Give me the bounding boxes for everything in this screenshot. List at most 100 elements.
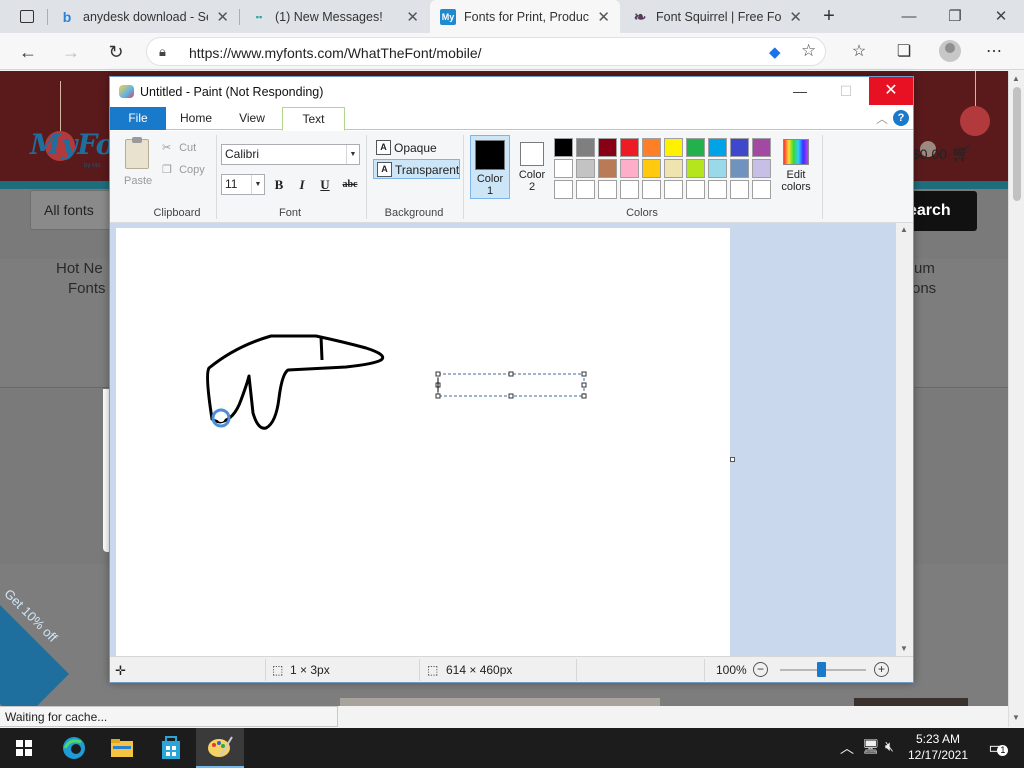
palette-color-swatch[interactable] bbox=[598, 180, 617, 199]
canvas-resize-handle[interactable] bbox=[730, 457, 735, 462]
palette-color-swatch[interactable] bbox=[752, 138, 771, 157]
paste-icon[interactable] bbox=[125, 137, 149, 169]
palette-color-swatch[interactable] bbox=[620, 159, 639, 178]
palette-color-swatch[interactable] bbox=[686, 138, 705, 157]
tab-actions-button[interactable] bbox=[6, 0, 46, 33]
palette-color-swatch[interactable] bbox=[620, 180, 639, 199]
strikethrough-button[interactable]: abc bbox=[339, 176, 361, 194]
back-button[interactable]: ← bbox=[14, 38, 42, 66]
palette-color-swatch[interactable] bbox=[708, 138, 727, 157]
collections-icon[interactable]: ❏ bbox=[891, 39, 917, 65]
palette-color-swatch[interactable] bbox=[598, 159, 617, 178]
notification-center-button[interactable]: ▭ 1 bbox=[976, 728, 1016, 768]
palette-color-swatch[interactable] bbox=[708, 180, 727, 199]
chevron-down-icon[interactable]: ▼ bbox=[346, 145, 359, 164]
close-tab-icon[interactable]: ✕ bbox=[789, 8, 802, 26]
palette-color-swatch[interactable] bbox=[752, 180, 771, 199]
close-tab-icon[interactable]: ✕ bbox=[406, 8, 419, 26]
palette-color-swatch[interactable] bbox=[576, 180, 595, 199]
minimize-ribbon-icon[interactable]: ︿ bbox=[876, 110, 888, 127]
edit-colors-button[interactable]: Edit colors bbox=[777, 135, 815, 193]
tab-home[interactable]: Home bbox=[172, 107, 220, 130]
palette-color-swatch[interactable] bbox=[664, 180, 683, 199]
canvas-vertical-scrollbar[interactable]: ▲ ▼ bbox=[896, 223, 913, 656]
color1-selector[interactable]: Color 1 bbox=[470, 135, 510, 199]
network-icon[interactable]: 🖥︎ bbox=[862, 738, 880, 755]
tab-view[interactable]: View bbox=[228, 107, 276, 130]
close-tab-icon[interactable]: ✕ bbox=[597, 8, 610, 26]
palette-color-swatch[interactable] bbox=[642, 159, 661, 178]
page-scrollbar[interactable]: ▲ ▼ bbox=[1008, 71, 1024, 727]
palette-color-swatch[interactable] bbox=[642, 138, 661, 157]
tab-text[interactable]: Text bbox=[282, 107, 345, 131]
volume-icon[interactable]: 🔇︎ bbox=[885, 738, 894, 755]
taskbar-store[interactable] bbox=[147, 728, 195, 768]
browser-close-button[interactable]: ✕ bbox=[978, 0, 1024, 33]
color2-selector[interactable]: Color 2 bbox=[512, 135, 552, 199]
nav-premium-collections[interactable]: um ons bbox=[912, 259, 936, 299]
palette-color-swatch[interactable] bbox=[686, 180, 705, 199]
page-scroll-thumb[interactable] bbox=[1013, 87, 1021, 201]
more-menu-icon[interactable]: ⋯ bbox=[981, 39, 1007, 65]
paint-close-button[interactable]: ✕ bbox=[869, 77, 913, 105]
taskbar-edge[interactable] bbox=[50, 728, 98, 768]
font-size-select[interactable]: 11 ▼ bbox=[221, 174, 265, 195]
font-family-select[interactable]: Calibri ▼ bbox=[221, 144, 360, 165]
cart-total[interactable]: $0.00 🛒︎ bbox=[912, 144, 971, 164]
tab-fontsquirrel[interactable]: ❧ Font Squirrel | Free Fon ✕ bbox=[622, 0, 812, 33]
close-tab-icon[interactable]: ✕ bbox=[216, 8, 229, 26]
palette-color-swatch[interactable] bbox=[620, 138, 639, 157]
start-button[interactable] bbox=[0, 728, 48, 768]
drawing-canvas[interactable] bbox=[116, 228, 730, 656]
tab-messages[interactable]: ▪▪ (1) New Messages! ✕ bbox=[241, 0, 429, 33]
underline-button[interactable]: U bbox=[316, 176, 334, 194]
nav-hot-new-fonts[interactable]: Hot Ne Fonts bbox=[56, 259, 106, 299]
palette-color-swatch[interactable] bbox=[686, 159, 705, 178]
zoom-in-button[interactable]: + bbox=[874, 662, 889, 677]
add-favorite-icon[interactable]: ☆ bbox=[801, 41, 816, 61]
palette-color-swatch[interactable] bbox=[598, 138, 617, 157]
lock-icon[interactable]: 🔒︎ bbox=[159, 44, 175, 60]
show-hidden-icons[interactable]: ︿ bbox=[840, 738, 854, 758]
text-box-selection[interactable] bbox=[437, 373, 585, 397]
taskbar-file-explorer[interactable] bbox=[98, 728, 146, 768]
copy-button[interactable]: ❐ Copy bbox=[162, 163, 205, 176]
system-clock[interactable]: 5:23 AM 12/17/2021 bbox=[906, 731, 970, 763]
browser-restore-button[interactable]: ❐ bbox=[932, 0, 978, 33]
opaque-option[interactable]: A Opaque bbox=[373, 138, 437, 158]
bold-button[interactable]: B bbox=[270, 176, 288, 194]
profile-avatar[interactable] bbox=[939, 40, 961, 62]
palette-color-swatch[interactable] bbox=[730, 180, 749, 199]
taskbar-paint[interactable] bbox=[196, 728, 244, 768]
palette-color-swatch[interactable] bbox=[708, 159, 727, 178]
coupon-tag-icon[interactable]: ◆ bbox=[769, 43, 781, 61]
zoom-out-button[interactable]: − bbox=[753, 662, 768, 677]
palette-color-swatch[interactable] bbox=[576, 138, 595, 157]
favorites-icon[interactable]: ☆ bbox=[846, 39, 872, 65]
cut-button[interactable]: ✂ Cut bbox=[162, 141, 196, 154]
palette-color-swatch[interactable] bbox=[664, 159, 683, 178]
help-icon[interactable]: ? bbox=[893, 110, 909, 126]
palette-color-swatch[interactable] bbox=[554, 138, 573, 157]
palette-color-swatch[interactable] bbox=[730, 159, 749, 178]
paint-minimize-button[interactable]: — bbox=[778, 77, 822, 105]
new-tab-button[interactable]: + bbox=[817, 4, 841, 28]
transparent-option[interactable]: A Transparent bbox=[373, 159, 461, 179]
paint-maximize-button[interactable]: ☐ bbox=[824, 77, 868, 105]
text-box-handles[interactable] bbox=[435, 371, 587, 399]
tab-anydesk[interactable]: b anydesk download - Se ✕ bbox=[49, 0, 239, 33]
palette-color-swatch[interactable] bbox=[554, 180, 573, 199]
italic-button[interactable]: I bbox=[293, 176, 311, 194]
tab-myfonts[interactable]: My Fonts for Print, Product ✕ bbox=[430, 0, 620, 33]
paint-title-bar[interactable]: Untitled - Paint (Not Responding) — ☐ ✕ bbox=[110, 77, 913, 107]
tab-file[interactable]: File bbox=[110, 107, 166, 130]
paint-app-icon[interactable] bbox=[119, 85, 134, 98]
chevron-down-icon[interactable]: ▼ bbox=[251, 175, 264, 194]
browser-minimize-button[interactable]: — bbox=[886, 0, 932, 33]
palette-color-swatch[interactable] bbox=[554, 159, 573, 178]
paste-button[interactable]: Paste bbox=[124, 175, 152, 187]
zoom-slider-thumb[interactable] bbox=[817, 662, 826, 677]
palette-color-swatch[interactable] bbox=[730, 138, 749, 157]
palette-color-swatch[interactable] bbox=[752, 159, 771, 178]
palette-color-swatch[interactable] bbox=[642, 180, 661, 199]
